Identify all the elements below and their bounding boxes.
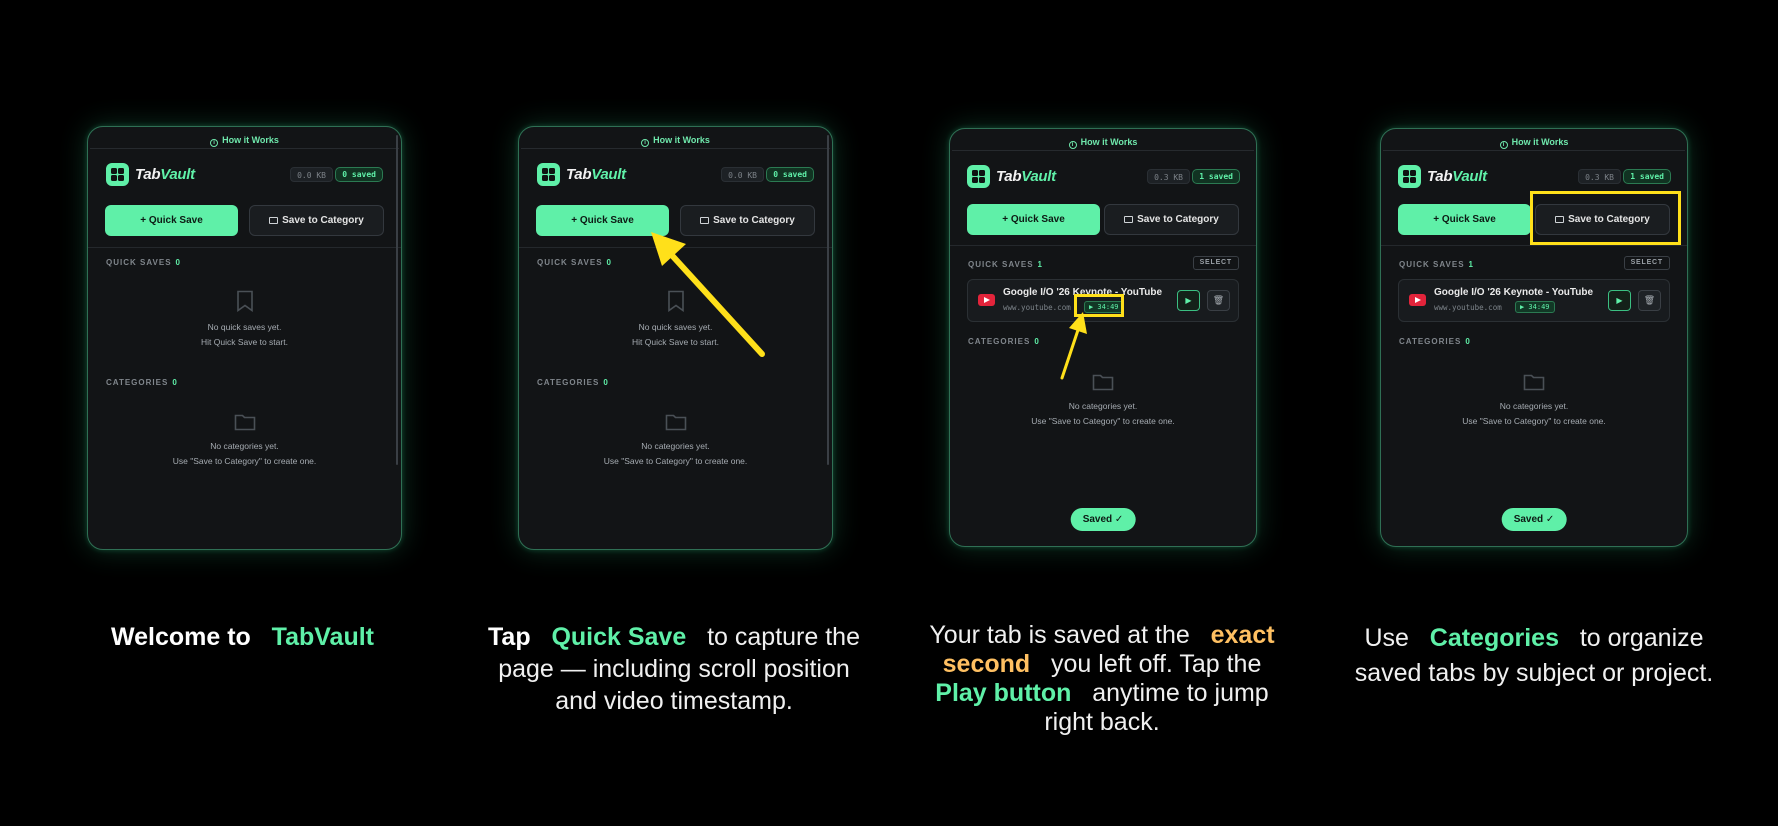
timestamp-chip: ▶ 34:49 [1515,301,1555,313]
categories-heading: CATEGORIES 0 [1399,337,1471,346]
saved-count-badge: 0 saved [766,167,814,182]
folder-icon [700,217,710,224]
saved-toast: Saved ✓ [1501,508,1567,531]
app-name: TabVault [135,166,195,183]
header: TabVault 0.3 KB 1 saved [967,165,1240,189]
storage-size: 0.3 KB [1578,169,1621,184]
storage-size: 0.3 KB [1147,169,1190,184]
timestamp-highlight-box [1074,294,1124,317]
folder-icon [1523,374,1545,391]
header: TabVault 0.0 KB 0 saved [106,163,383,187]
quick-saves-heading: QUICK SAVES 1 [968,260,1043,269]
saved-count-badge: 0 saved [335,167,383,182]
extension-popup-1: i How it Works TabVault 0.0 KB 0 saved + … [87,126,402,550]
trash-icon[interactable]: 🗑 [1207,290,1230,311]
tabvault-logo-icon [967,165,990,188]
app-name: TabVault [566,166,626,183]
save-to-category-button[interactable]: Save to Category [249,205,384,236]
item-url: www.youtube.com [1003,303,1071,312]
how-it-works-link[interactable]: i How it Works [1383,134,1685,151]
play-icon[interactable]: ▶ [1177,290,1200,311]
item-title: Google I/O '26 Keynote - YouTube [1434,287,1594,298]
divider [88,247,401,248]
quick-saves-heading: QUICK SAVES 1 [1399,260,1474,269]
categories-empty-state: No categories yet. Use "Save to Category… [1381,373,1687,429]
storage-size: 0.0 KB [290,167,333,182]
select-button[interactable]: SELECT [1623,256,1670,270]
categories-empty-state: No categories yet. Use "Save to Category… [950,373,1256,429]
folder-icon [665,414,686,431]
header: TabVault 0.0 KB 0 saved [537,163,814,187]
extension-popup-3: i How it Works TabVault 0.3 KB 1 saved + … [949,128,1257,547]
info-icon: i [641,139,650,147]
info-icon: i [1068,141,1077,149]
trash-icon[interactable]: 🗑 [1638,290,1661,311]
scrollbar[interactable] [396,135,398,465]
caption-exact-second: Your tab is saved at the exact second yo… [929,621,1275,736]
categories-heading: CATEGORIES 0 [106,378,178,387]
header: TabVault 0.3 KB 1 saved [1398,165,1671,189]
tabvault-logo-icon [537,163,560,186]
save-to-category-highlight-box [1530,191,1681,245]
storage-size: 0.0 KB [721,167,764,182]
info-icon: i [1499,141,1508,149]
folder-icon [1124,216,1134,223]
folder-icon [234,414,255,431]
how-it-works-link[interactable]: i How it Works [952,134,1254,151]
categories-empty-state: No categories yet. Use "Save to Category… [88,413,401,469]
divider [519,247,832,248]
divider [950,245,1256,246]
caption-categories: Use Categories to organize saved tabs by… [1354,624,1714,687]
quick-saves-empty-state: No quick saves yet. Hit Quick Save to st… [519,290,832,350]
app-name: TabVault [1427,168,1487,185]
saved-count-badge: 1 saved [1192,169,1240,184]
bookmark-icon [667,290,684,312]
quick-saves-empty-state: No quick saves yet. Hit Quick Save to st… [88,290,401,350]
scrollbar[interactable] [827,135,829,465]
tabvault-logo-icon [106,163,129,186]
saved-item-card[interactable]: Google I/O '26 Keynote - YouTube www.you… [1398,279,1670,322]
info-icon: i [210,139,219,147]
folder-icon [269,217,279,224]
plus-icon: + [140,215,149,226]
plus-icon: + [1002,214,1011,225]
bookmark-icon [236,290,253,312]
save-to-category-button[interactable]: Save to Category [1104,204,1239,235]
youtube-icon [978,294,995,306]
save-to-category-button[interactable]: Save to Category [680,205,815,236]
quick-save-button[interactable]: + Quick Save [967,204,1100,235]
play-icon[interactable]: ▶ [1608,290,1631,311]
categories-heading: CATEGORIES 0 [537,378,609,387]
categories-heading: CATEGORIES 0 [968,337,1040,346]
youtube-icon [1409,294,1426,306]
folder-icon [1092,374,1114,391]
quick-save-button[interactable]: + Quick Save [536,205,669,236]
caption-quick-save: Tap Quick Save to capture the page — inc… [488,623,860,715]
quick-saves-heading: QUICK SAVES 0 [106,258,181,267]
saved-toast: Saved ✓ [1070,508,1136,531]
tabvault-logo-icon [1398,165,1421,188]
item-url: www.youtube.com [1434,303,1502,312]
select-button[interactable]: SELECT [1192,256,1239,270]
plus-icon: + [1433,214,1442,225]
how-it-works-link[interactable]: i How it Works [521,132,830,149]
plus-icon: + [571,215,580,226]
quick-saves-heading: QUICK SAVES 0 [537,258,612,267]
app-name: TabVault [996,168,1056,185]
quick-save-button[interactable]: + Quick Save [1398,204,1531,235]
quick-save-button[interactable]: + Quick Save [105,205,238,236]
categories-empty-state: No categories yet. Use "Save to Category… [519,413,832,469]
saved-count-badge: 1 saved [1623,169,1671,184]
how-it-works-link[interactable]: i How it Works [90,132,399,149]
caption-welcome: Welcome to TabVault [110,623,375,651]
divider [1381,245,1687,246]
extension-popup-2: i How it Works TabVault 0.0 KB 0 saved + … [518,126,833,550]
